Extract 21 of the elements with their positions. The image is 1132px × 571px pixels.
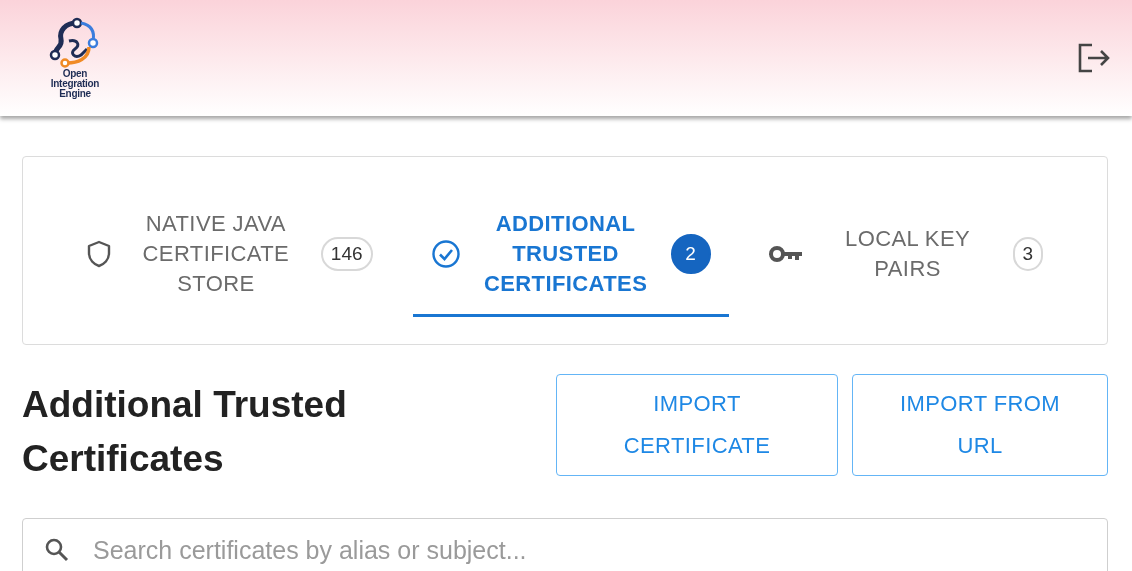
tab[interactable]: LOCAL KEY PAIRS 3 (750, 193, 1062, 317)
shield-icon (86, 239, 111, 268)
tab[interactable]: ADDITIONAL TRUSTED CERTIFICATES 2 (412, 193, 729, 317)
search-field[interactable]: Search certificates by alias or subject... (22, 518, 1108, 571)
tab-label: LOCAL KEY PAIRS (844, 224, 972, 283)
tab-label: ADDITIONAL TRUSTED CERTIFICATES (482, 209, 649, 298)
logo-text: Open (62, 69, 88, 79)
count-badge: 3 (1012, 236, 1044, 271)
count-badge: 146 (320, 236, 373, 271)
import-button[interactable]: IMPORT CERTIFICATE (556, 374, 838, 476)
logo-text: Integration (50, 79, 100, 89)
import-button[interactable]: IMPORT FROM URL (852, 374, 1108, 476)
tab-label: NATIVE JAVA CERTIFICATE STORE (141, 209, 291, 298)
search-icon (44, 537, 70, 563)
logout-icon[interactable] (1076, 42, 1112, 74)
count-badge: 2 (670, 233, 711, 274)
logo-text: Engine (59, 89, 91, 99)
page-title: Additional Trusted Certificates (22, 383, 348, 481)
tab[interactable]: NATIVE JAVA CERTIFICATE STORE 146 (68, 193, 391, 317)
key-icon (768, 244, 803, 263)
check-circle-icon (430, 238, 461, 269)
